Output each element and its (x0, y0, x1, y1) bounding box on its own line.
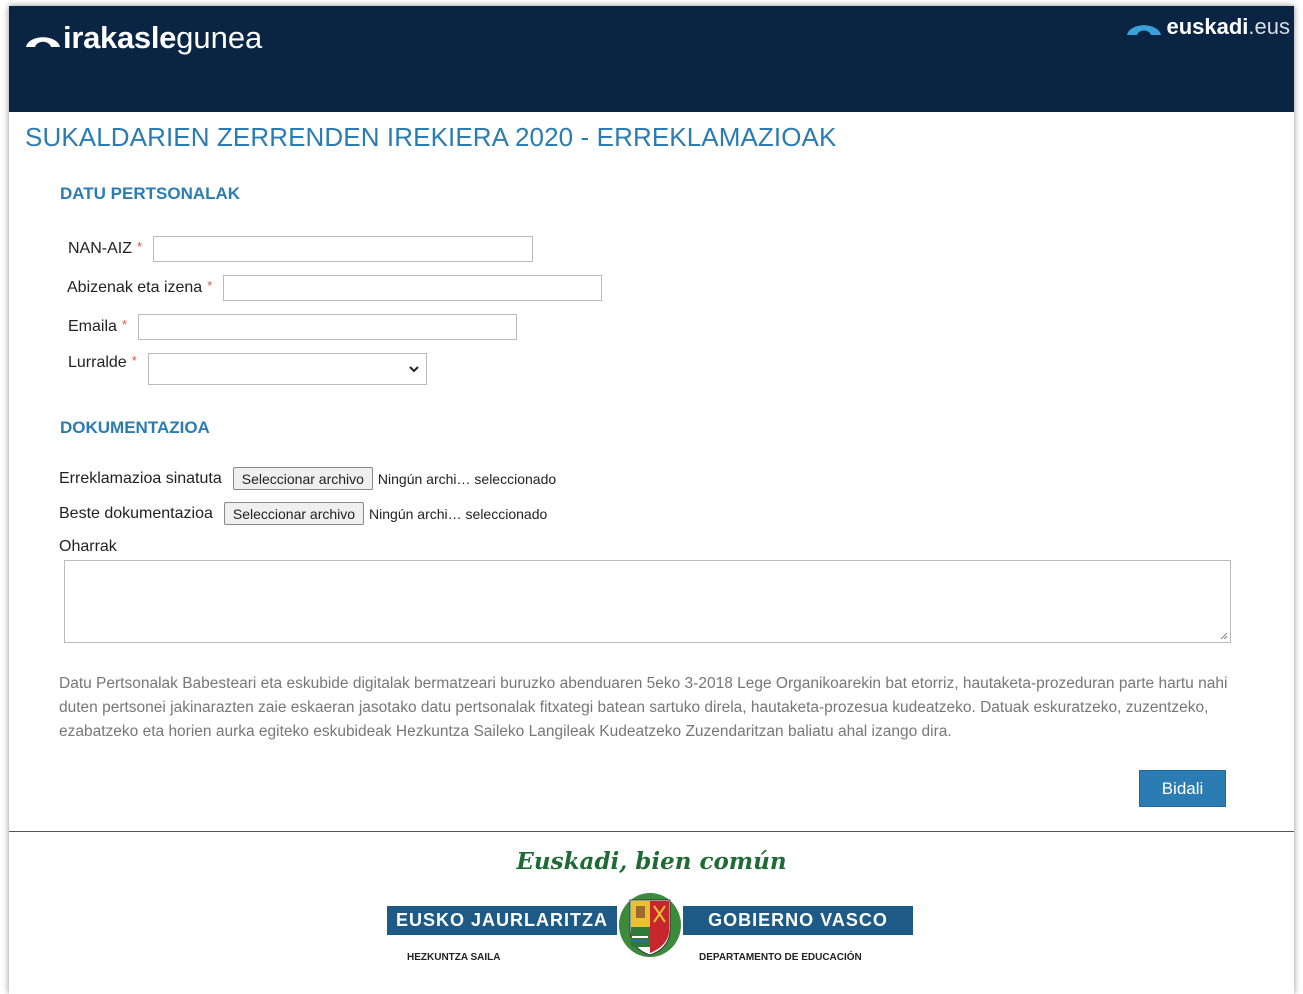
page-title: SUKALDARIEN ZERRENDEN IREKIERA 2020 - ER… (25, 122, 837, 152)
required-mark: * (131, 353, 137, 368)
resize-handle-icon[interactable] (1220, 632, 1228, 640)
browser-page: irakasle gunea euskadi .eus SUKALDARIEN ZE… (9, 6, 1294, 994)
email-row: Emaila * (68, 314, 517, 340)
basque-government-logo[interactable]: EUSKO JAURLARITZA GOBIERNO VASCO HEZKUNT… (387, 892, 913, 972)
euskadi-arch-icon (1127, 25, 1162, 35)
required-mark: * (137, 238, 143, 254)
coat-of-arms-icon (619, 893, 681, 957)
brand-bold-text: irakasle (63, 20, 177, 55)
other-docs-file-status: Ningún archi… seleccionado (369, 505, 548, 522)
required-mark: * (121, 316, 127, 332)
region-select[interactable] (147, 353, 427, 385)
dept-name-eu: HEZKUNTZA SAILA (407, 952, 501, 963)
nan-label: NAN-AIZ (68, 240, 132, 257)
region-label: Lurralde (68, 354, 127, 371)
region-row: Lurralde * (68, 353, 427, 385)
notes-textarea[interactable] (64, 560, 1231, 643)
nan-row: NAN-AIZ * (68, 236, 534, 262)
other-docs-row: Beste dokumentazioa Seleccionar archivo … (59, 502, 547, 525)
section-title-personal: DATU PERTSONALAK (60, 184, 241, 203)
email-input[interactable] (137, 314, 517, 340)
brand-light-text: gunea (176, 20, 263, 55)
arch-logo-icon (26, 37, 60, 47)
name-label: Abizenak eta izena (67, 279, 203, 296)
portal-light-text: .eus (1248, 14, 1290, 39)
email-label: Emaila (68, 318, 117, 335)
euskadi-eus-logo[interactable]: euskadi .eus (1126, 14, 1290, 40)
footer-divider (9, 831, 1294, 832)
other-docs-label: Beste dokumentazioa (59, 504, 213, 522)
chevron-down-icon (409, 366, 419, 373)
privacy-notice: Datu Pertsonalak Babesteari eta eskubide… (59, 675, 1228, 740)
nan-input[interactable] (153, 236, 534, 262)
irakaslegunea-logo[interactable]: irakasle gunea (25, 18, 262, 58)
required-mark: * (207, 277, 213, 293)
dept-name-es: DEPARTAMENTO DE EDUCACIÓN (699, 952, 862, 963)
signed-claim-file-button[interactable]: Seleccionar archivo (232, 467, 373, 490)
notes-label: Oharrak (59, 538, 117, 555)
section-title-docs: DOKUMENTAZIOA (60, 418, 210, 437)
name-row: Abizenak eta izena * (67, 275, 603, 301)
footer-slogan: Euskadi, bien común (516, 848, 787, 875)
signed-claim-file-status: Ningún archi… seleccionado (377, 470, 557, 487)
name-input[interactable] (223, 275, 603, 301)
portal-bold-text: euskadi (1166, 14, 1249, 39)
gov-name-es: GOBIERNO VASCO (683, 906, 913, 935)
gov-name-eu: EUSKO JAURLARITZA (387, 906, 617, 935)
submit-button[interactable]: Bidali (1139, 770, 1226, 807)
signed-claim-row: Erreklamazioa sinatuta Seleccionar archi… (59, 467, 556, 490)
other-docs-file-button[interactable]: Seleccionar archivo (223, 502, 365, 525)
site-header: irakasle gunea euskadi .eus (9, 6, 1294, 112)
signed-claim-label: Erreklamazioa sinatuta (59, 469, 222, 487)
